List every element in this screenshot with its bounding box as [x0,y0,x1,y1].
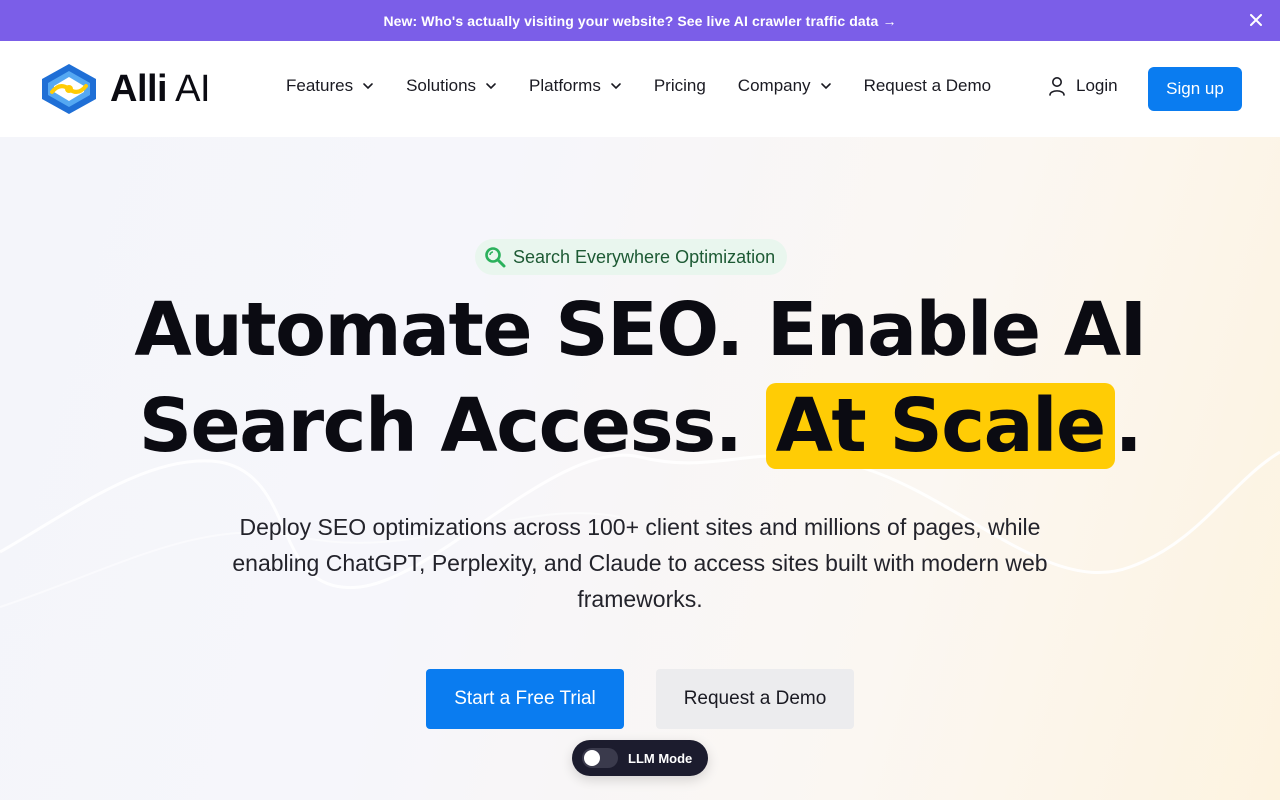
nav-label: Features [286,76,354,95]
llm-mode-toggle[interactable]: LLM Mode [572,740,708,776]
nav-item-solutions[interactable]: Solutions [406,76,497,96]
logo-mark-icon [42,64,96,114]
signup-button[interactable]: Sign up [1148,67,1242,111]
main-nav: Features Solutions Platforms Pricing Com… [286,76,1023,96]
hero-subtext: Deploy SEO optimizations across 100+ cli… [232,514,1048,612]
user-icon [1049,77,1065,96]
chevron-down-icon [486,83,496,90]
announcement-bar: New: Who's actually visiting your websit… [0,0,1280,41]
site-header: Alli AI Features Solutions Platforms Pri… [0,41,1280,137]
toggle-switch[interactable] [582,748,618,768]
search-icon [485,247,506,268]
request-demo-button[interactable]: Request a Demo [656,669,854,729]
badge-label: Search Everywhere Optimization [513,246,776,267]
toggle-knob [584,750,600,766]
nav-label: Platforms [529,76,601,95]
chevron-down-icon [611,83,621,90]
nav-item-features[interactable]: Features [286,76,374,96]
nav-item-request-demo[interactable]: Request a Demo [864,76,992,96]
hero-headline: Automate SEO. Enable AI Search Access. A… [0,282,1280,474]
headline-suffix: . [1114,383,1143,469]
login-label: Login [1076,76,1118,95]
headline-line-2: Search Access. [138,383,766,469]
nav-label: Company [737,76,811,95]
start-free-trial-button[interactable]: Start a Free Trial [426,669,624,729]
chevron-down-icon [820,83,831,90]
nav-label: Request a Demo [863,76,992,95]
headline-highlight: At Scale [765,383,1115,469]
logo-text-light: AI [175,67,210,110]
close-icon[interactable] [1246,10,1266,30]
hero-section: Search Everywhere Optimization Automate … [0,137,1280,800]
headline-line-1: Automate SEO. Enable AI [134,287,1147,373]
nav-item-platforms[interactable]: Platforms [529,76,622,96]
llm-mode-label: LLM Mode [628,750,693,766]
login-link[interactable]: Login [1048,76,1118,96]
nav-item-pricing[interactable]: Pricing [654,76,706,96]
logo[interactable]: Alli AI [38,62,210,116]
chevron-down-icon [363,83,373,90]
logo-text-bold: Alli [110,67,168,110]
announcement-link[interactable]: New: Who's actually visiting your websit… [383,13,896,29]
nav-item-company[interactable]: Company [738,76,832,96]
hero-badge: Search Everywhere Optimization [475,239,788,275]
nav-label: Pricing [653,76,706,95]
nav-label: Solutions [406,76,477,95]
